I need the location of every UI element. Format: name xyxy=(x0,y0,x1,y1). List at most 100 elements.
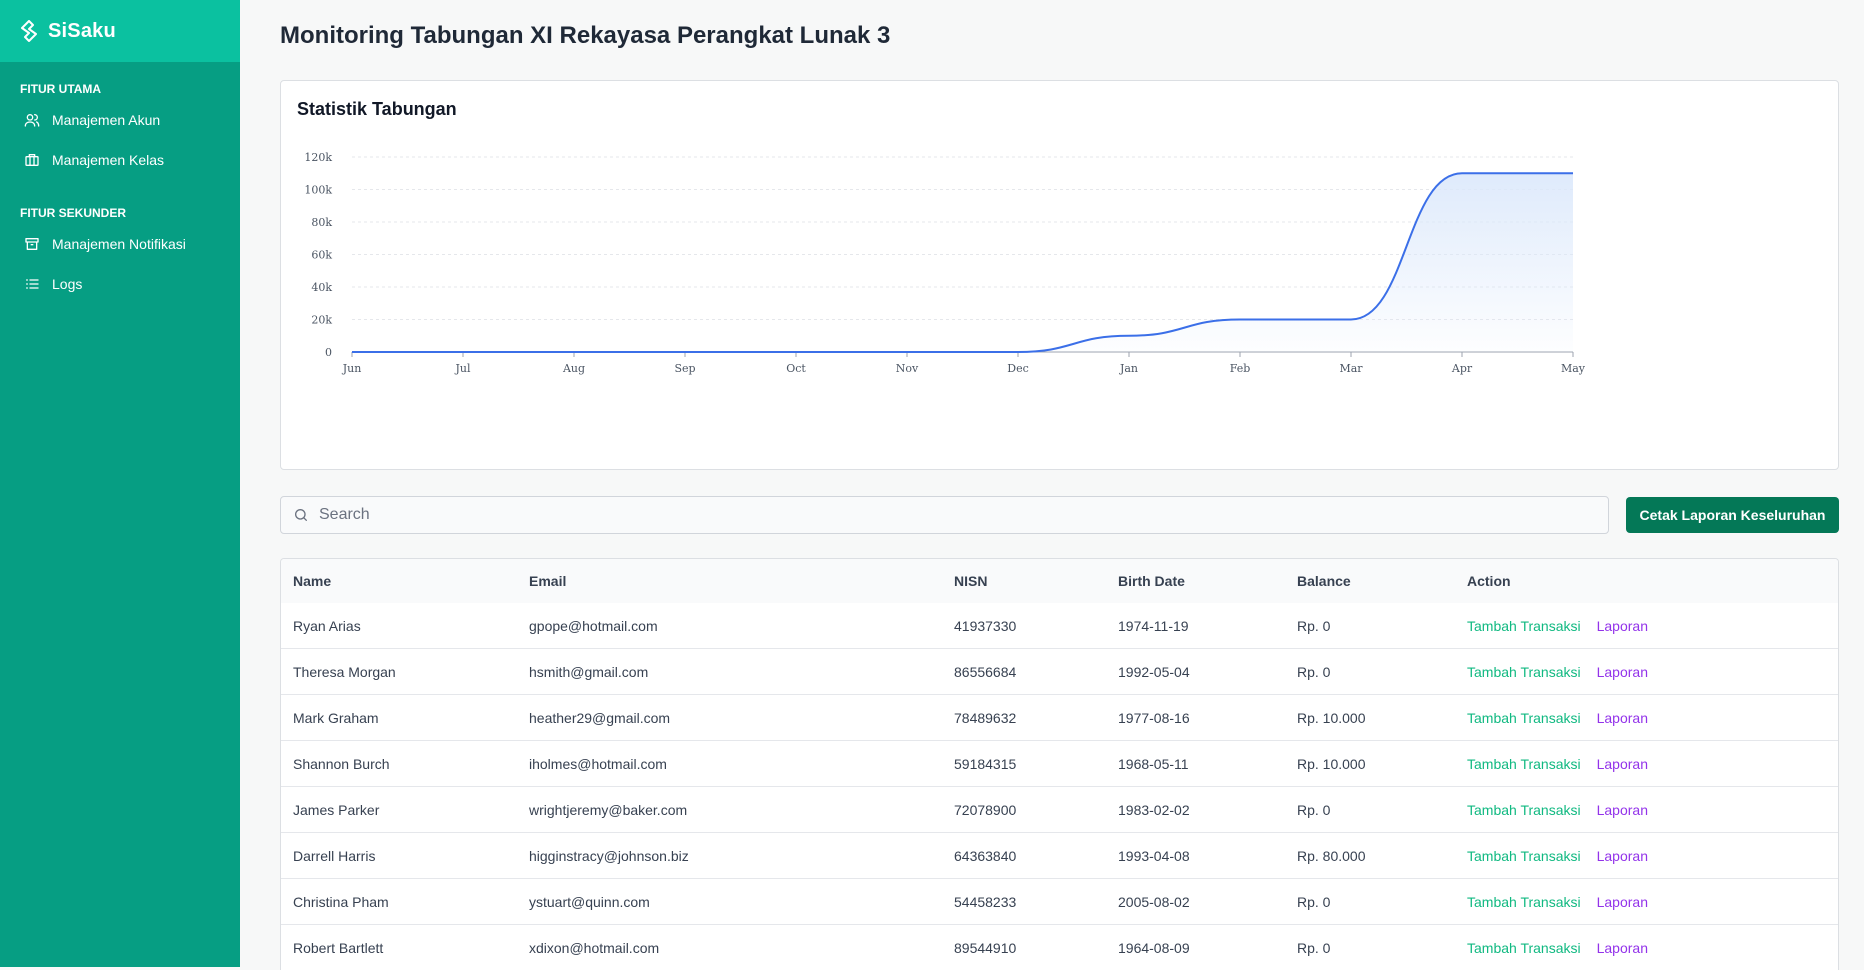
x-tick-label: Dec xyxy=(1007,362,1029,375)
cell-birth-date: 1977-08-16 xyxy=(1106,695,1285,741)
cell-action: Tambah Transaksi Laporan xyxy=(1455,925,1838,970)
students-table: Name Email NISN Birth Date Balance Actio… xyxy=(280,558,1839,970)
series-area xyxy=(352,173,1573,352)
cell-balance: Rp. 0 xyxy=(1285,925,1455,970)
cell-action: Tambah Transaksi Laporan xyxy=(1455,649,1838,695)
column-header-nisn[interactable]: NISN xyxy=(942,559,1106,603)
report-link[interactable]: Laporan xyxy=(1597,940,1648,956)
sidebar-item-manajemen-kelas[interactable]: Manajemen Kelas xyxy=(0,140,240,180)
report-link[interactable]: Laporan xyxy=(1597,848,1648,864)
x-tick-label: Jul xyxy=(454,362,470,375)
cell-birth-date: 1983-02-02 xyxy=(1106,787,1285,833)
column-header-name[interactable]: Name xyxy=(281,559,517,603)
app-name: SiSaku xyxy=(48,20,116,43)
column-header-birth-date[interactable]: Birth Date xyxy=(1106,559,1285,603)
x-tick-label: Sep xyxy=(674,362,695,375)
x-tick-label: Aug xyxy=(562,362,585,375)
section-title-secondary: FITUR SEKUNDER xyxy=(20,206,240,220)
briefcase-icon xyxy=(24,152,40,168)
cell-name: Ryan Arias xyxy=(281,603,517,649)
x-tick-label: May xyxy=(1561,362,1586,375)
print-all-report-button[interactable]: Cetak Laporan Keseluruhan xyxy=(1626,497,1839,533)
cell-email: hsmith@gmail.com xyxy=(517,649,942,695)
report-link[interactable]: Laporan xyxy=(1597,664,1648,680)
brand[interactable]: SiSaku xyxy=(0,0,240,62)
x-tick-label: Apr xyxy=(1451,362,1473,375)
list-icon xyxy=(24,276,40,292)
y-tick-label: 100k xyxy=(304,184,332,197)
add-transaction-link[interactable]: Tambah Transaksi xyxy=(1467,848,1581,864)
sidebar-item-label: Manajemen Akun xyxy=(52,112,160,128)
table-header-row: Name Email NISN Birth Date Balance Actio… xyxy=(281,559,1838,603)
sidebar-item-manajemen-notifikasi[interactable]: Manajemen Notifikasi xyxy=(0,224,240,264)
section-title-primary: FITUR UTAMA xyxy=(20,82,240,96)
add-transaction-link[interactable]: Tambah Transaksi xyxy=(1467,894,1581,910)
add-transaction-link[interactable]: Tambah Transaksi xyxy=(1467,756,1581,772)
cell-nisn: 59184315 xyxy=(942,741,1106,787)
table-row: Ryan Ariasgpope@hotmail.com419373301974-… xyxy=(281,603,1838,649)
savings-chart: 020k40k60k80k100k120kJunJulAugSepOctNovD… xyxy=(281,81,1840,471)
x-tick-label: Oct xyxy=(786,362,806,375)
cell-email: higginstracy@johnson.biz xyxy=(517,833,942,879)
cell-email: xdixon@hotmail.com xyxy=(517,925,942,970)
cell-email: wrightjeremy@baker.com xyxy=(517,787,942,833)
cell-nisn: 64363840 xyxy=(942,833,1106,879)
cell-action: Tambah Transaksi Laporan xyxy=(1455,741,1838,787)
cell-name: Darrell Harris xyxy=(281,833,517,879)
column-header-email[interactable]: Email xyxy=(517,559,942,603)
add-transaction-link[interactable]: Tambah Transaksi xyxy=(1467,710,1581,726)
cell-name: Shannon Burch xyxy=(281,741,517,787)
add-transaction-link[interactable]: Tambah Transaksi xyxy=(1467,802,1581,818)
search-icon xyxy=(293,507,309,523)
chart-card: Statistik Tabungan 020k40k60k80k100k120k… xyxy=(280,80,1839,470)
report-link[interactable]: Laporan xyxy=(1597,894,1648,910)
cell-action: Tambah Transaksi Laporan xyxy=(1455,695,1838,741)
column-header-action: Action xyxy=(1455,559,1838,603)
cell-name: James Parker xyxy=(281,787,517,833)
cell-birth-date: 1968-05-11 xyxy=(1106,741,1285,787)
cell-balance: Rp. 80.000 xyxy=(1285,833,1455,879)
add-transaction-link[interactable]: Tambah Transaksi xyxy=(1467,618,1581,634)
report-link[interactable]: Laporan xyxy=(1597,710,1648,726)
y-tick-label: 80k xyxy=(311,216,332,229)
search-input[interactable] xyxy=(317,505,1571,525)
column-header-balance[interactable]: Balance xyxy=(1285,559,1455,603)
report-link[interactable]: Laporan xyxy=(1597,618,1648,634)
cell-nisn: 78489632 xyxy=(942,695,1106,741)
table-row: Christina Phamystuart@quinn.com544582332… xyxy=(281,879,1838,925)
x-tick-label: Mar xyxy=(1339,362,1363,375)
add-transaction-link[interactable]: Tambah Transaksi xyxy=(1467,664,1581,680)
sidebar-item-label: Manajemen Kelas xyxy=(52,152,164,168)
y-tick-label: 20k xyxy=(311,314,332,327)
x-tick-label: Feb xyxy=(1230,362,1251,375)
cell-email: iholmes@hotmail.com xyxy=(517,741,942,787)
add-transaction-link[interactable]: Tambah Transaksi xyxy=(1467,940,1581,956)
search-bar xyxy=(280,496,1609,534)
y-tick-label: 60k xyxy=(311,249,332,262)
x-tick-label: Jun xyxy=(342,362,362,375)
table-row: Robert Bartlettxdixon@hotmail.com8954491… xyxy=(281,925,1838,970)
cell-action: Tambah Transaksi Laporan xyxy=(1455,603,1838,649)
report-link[interactable]: Laporan xyxy=(1597,802,1648,818)
cell-name: Theresa Morgan xyxy=(281,649,517,695)
cell-balance: Rp. 10.000 xyxy=(1285,695,1455,741)
cell-name: Christina Pham xyxy=(281,879,517,925)
cell-nisn: 54458233 xyxy=(942,879,1106,925)
report-link[interactable]: Laporan xyxy=(1597,756,1648,772)
x-tick-label: Nov xyxy=(896,362,919,375)
cell-balance: Rp. 0 xyxy=(1285,649,1455,695)
cell-balance: Rp. 10.000 xyxy=(1285,741,1455,787)
table-row: James Parkerwrightjeremy@baker.com720789… xyxy=(281,787,1838,833)
logo-icon xyxy=(20,20,38,42)
sidebar: SiSaku FITUR UTAMA Manajemen Akun Manaje… xyxy=(0,0,240,967)
sidebar-item-logs[interactable]: Logs xyxy=(0,264,240,304)
table-row: Mark Grahamheather29@gmail.com7848963219… xyxy=(281,695,1838,741)
page-title: Monitoring Tabungan XI Rekayasa Perangka… xyxy=(280,22,890,50)
sidebar-item-manajemen-akun[interactable]: Manajemen Akun xyxy=(0,100,240,140)
sidebar-item-label: Logs xyxy=(52,276,82,292)
cell-nisn: 86556684 xyxy=(942,649,1106,695)
users-icon xyxy=(24,112,40,128)
cell-name: Mark Graham xyxy=(281,695,517,741)
cell-email: gpope@hotmail.com xyxy=(517,603,942,649)
table-row: Shannon Burchiholmes@hotmail.com59184315… xyxy=(281,741,1838,787)
